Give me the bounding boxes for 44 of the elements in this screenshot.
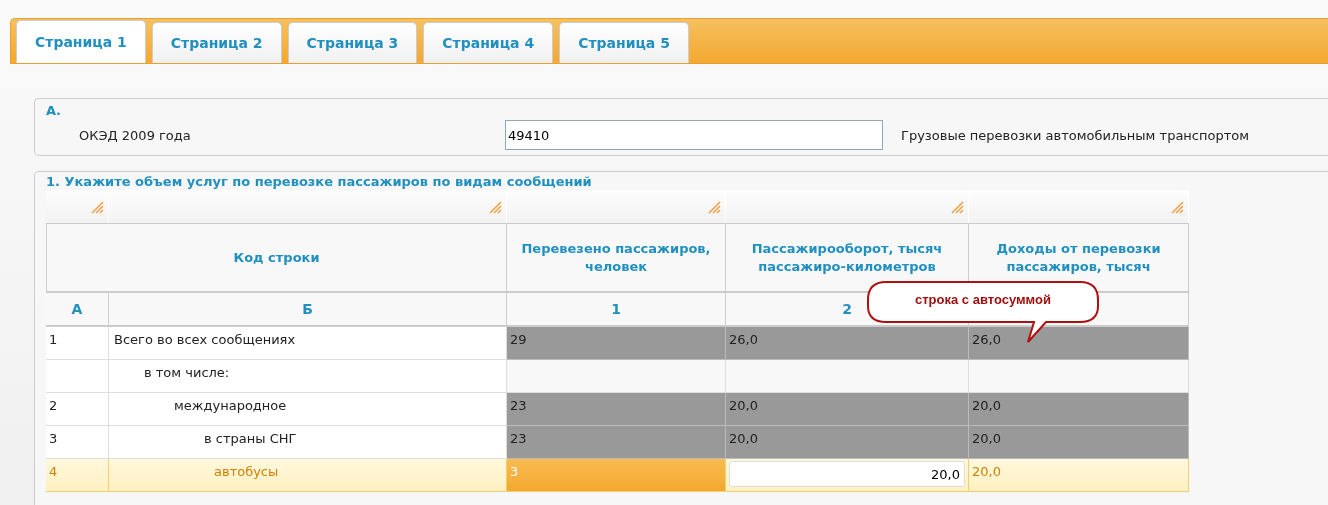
section-title: 1. Укажите объем услуг по перевозке пассажиров по видам сообщений [46,174,592,189]
row-code-cell: 2 [46,393,109,426]
tab[interactable]: Страница 1 [16,20,146,63]
table-cell[interactable]: 20,0 [969,459,1189,492]
input-field[interactable]: 20,0 [729,461,965,487]
table-cell[interactable]: 26,0 [726,327,969,360]
resize-handle-icon[interactable] [90,199,104,214]
resize-handle-icon[interactable] [950,199,964,214]
row-name-cell: автобусы [109,459,507,492]
table-cell[interactable] [507,360,726,393]
column-code: Б [302,301,313,317]
table-cell[interactable]: 29 [507,327,726,360]
table-cell[interactable] [969,360,1189,393]
field-label: ОКЭД 2009 года [79,127,192,143]
table-cell[interactable]: 23 [507,393,726,426]
resize-handle-icon[interactable] [1170,199,1184,214]
resize-handle-icon[interactable] [707,199,721,214]
input-field[interactable]: 49410 [505,120,883,150]
column-code: 1 [611,301,621,317]
tab[interactable]: Страница 3 [287,22,418,63]
resize-handle-icon[interactable] [488,199,502,214]
column-header: Доходы от перевозки пассажиров, тысяч [995,239,1162,276]
row-code-cell: 4 [46,459,109,492]
table-cell[interactable]: 20,0 [969,426,1189,459]
row-code-cell: 1 [46,327,109,360]
table-cell[interactable] [726,360,969,393]
table-cell[interactable]: 26,0 [969,327,1189,360]
table-cell[interactable]: 23 [507,426,726,459]
tab[interactable]: Страница 4 [423,22,554,63]
tab[interactable]: Страница 5 [559,22,689,63]
section-title: А. [46,103,61,118]
table-cell[interactable]: 20,0 [969,393,1189,426]
column-header: Код строки [233,248,320,267]
row-name-cell: международное [109,393,507,426]
field-description: Грузовые перевозки автомобильным транспортом [901,127,1250,143]
column-header: Перевезено пассажиров, человек [520,239,712,276]
column-header: Пассажирооборот, тысяч пассажиро-километров [750,239,944,276]
table-cell[interactable]: 20,0 [726,426,969,459]
row-name-cell: в том числе: [109,360,507,393]
column-code: 2 [842,301,852,317]
column-code: А [71,301,83,317]
table-cell[interactable]: 20,0 [726,393,969,426]
tab[interactable]: Страница 2 [151,22,282,63]
row-name-cell: Всего во всех сообщениях [109,327,507,360]
